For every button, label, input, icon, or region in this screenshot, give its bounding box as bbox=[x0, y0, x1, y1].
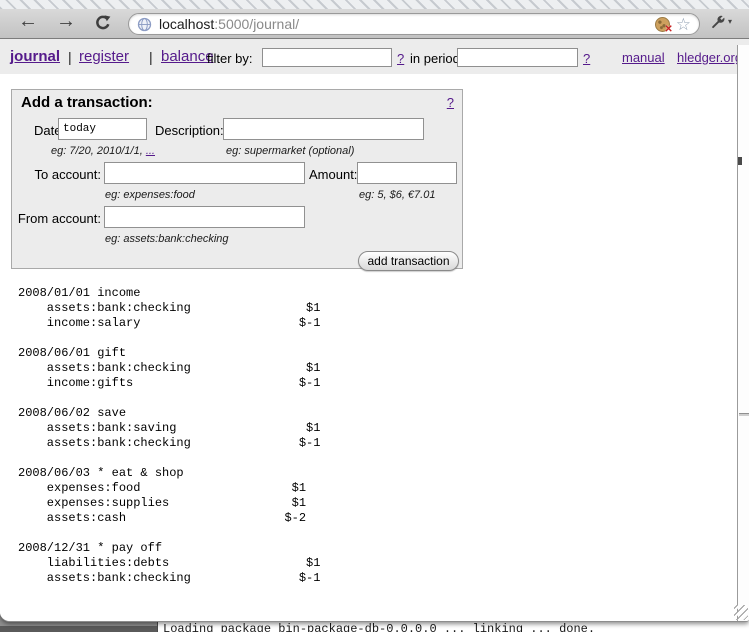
date-hint-more-link[interactable]: ... bbox=[146, 145, 155, 157]
tab-register[interactable]: register bbox=[79, 48, 129, 65]
scrollbar-strip[interactable] bbox=[737, 45, 749, 622]
wrench-icon bbox=[710, 14, 725, 29]
from-account-input[interactable] bbox=[104, 206, 305, 228]
form-title: Add a transaction: bbox=[21, 94, 153, 111]
to-account-input[interactable] bbox=[104, 162, 305, 184]
period-label: in period: bbox=[410, 51, 463, 66]
form-help-link[interactable]: ? bbox=[447, 95, 454, 110]
journal-text: 2008/01/01 income assets:bank:checking $… bbox=[18, 286, 320, 586]
nav-separator-2: | bbox=[149, 49, 153, 65]
description-label: Description: bbox=[155, 123, 224, 138]
globe-icon bbox=[137, 17, 152, 32]
amount-label: Amount: bbox=[309, 167, 357, 182]
menu-caret: ▾ bbox=[728, 17, 732, 26]
site-link[interactable]: hledger.org bbox=[677, 50, 742, 65]
date-hint-text: eg: 7/20, 2010/1/1, bbox=[51, 145, 146, 157]
window-top-stripes[interactable] bbox=[0, 0, 749, 9]
omnibox[interactable]: localhost:5000/journal/ ✕ ☆ bbox=[128, 13, 700, 35]
add-transaction-button[interactable]: add transaction bbox=[358, 251, 459, 271]
navbar: journal | register | balance filter by: … bbox=[0, 39, 749, 74]
from-account-hint: eg: assets:bank:checking bbox=[105, 233, 229, 245]
bookmark-star-icon[interactable]: ☆ bbox=[676, 16, 691, 33]
cookie-blocked-x: ✕ bbox=[664, 24, 672, 35]
desktop-strip bbox=[0, 626, 157, 632]
description-hint: eg: supermarket (optional) bbox=[226, 145, 354, 157]
filter-label: filter by: bbox=[207, 51, 253, 66]
forward-button[interactable]: → bbox=[56, 10, 76, 33]
url-path: :5000/journal/ bbox=[214, 16, 299, 32]
reload-icon bbox=[94, 14, 112, 32]
amount-hint: eg: 5, $6, €7.01 bbox=[359, 189, 435, 201]
date-input[interactable] bbox=[58, 118, 147, 140]
date-hint: eg: 7/20, 2010/1/1, ... bbox=[51, 145, 155, 157]
terminal-output-line: Loading package bin-package-db-0.0.0.0 .… bbox=[163, 622, 595, 632]
period-input[interactable] bbox=[457, 48, 578, 67]
amount-input[interactable] bbox=[357, 162, 457, 184]
from-account-label: From account: bbox=[12, 211, 101, 226]
scrollbar-divider bbox=[739, 413, 749, 416]
to-account-label: To account: bbox=[12, 167, 101, 182]
add-transaction-form: Add a transaction: ? Date: Description: … bbox=[11, 89, 463, 269]
page: journal | register | balance filter by: … bbox=[0, 39, 749, 622]
tab-balance[interactable]: balance bbox=[161, 48, 214, 65]
url-host: localhost bbox=[159, 16, 214, 32]
scrollbar-notch bbox=[738, 157, 742, 165]
to-account-hint: eg: expenses:food bbox=[105, 189, 195, 201]
nav-separator-1: | bbox=[68, 49, 72, 65]
resize-grip[interactable] bbox=[734, 605, 748, 620]
manual-link[interactable]: manual bbox=[622, 50, 665, 65]
wrench-menu-button[interactable]: ▾ bbox=[710, 14, 732, 29]
cookie-blocked-icon[interactable]: ✕ bbox=[655, 17, 670, 32]
period-help-link[interactable]: ? bbox=[583, 51, 590, 66]
browser-window: ← → localhost:5000/journal/ ✕ ☆ bbox=[0, 0, 749, 622]
filter-help-link[interactable]: ? bbox=[397, 51, 404, 66]
tab-journal[interactable]: journal bbox=[10, 48, 60, 65]
filter-input[interactable] bbox=[262, 48, 392, 67]
back-button[interactable]: ← bbox=[18, 10, 38, 33]
reload-button[interactable] bbox=[94, 14, 112, 37]
browser-toolbar: ← → localhost:5000/journal/ ✕ ☆ bbox=[0, 9, 749, 39]
description-input[interactable] bbox=[223, 118, 424, 140]
